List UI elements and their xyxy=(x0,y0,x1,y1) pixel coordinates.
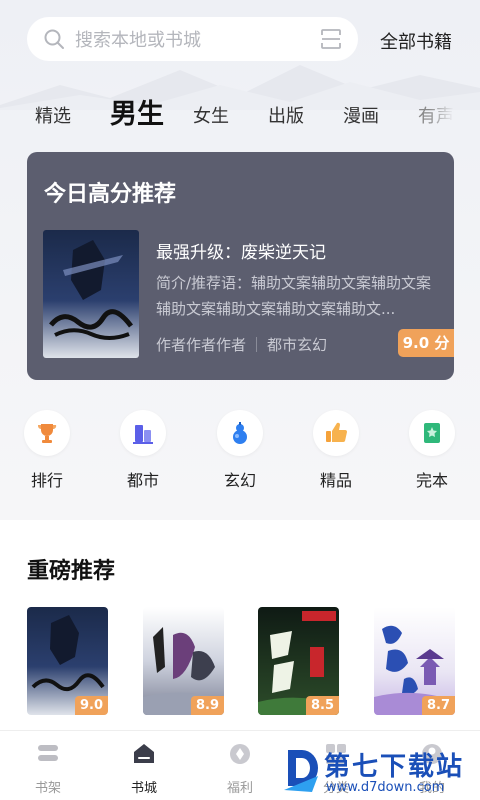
watermark-url: www.d7down.com xyxy=(326,780,445,795)
all-books-link[interactable]: 全部书籍 xyxy=(380,28,452,54)
nav-bookstore[interactable]: 书城 xyxy=(114,741,174,796)
tab-male[interactable]: 男生 xyxy=(110,92,164,131)
category-label: 玄幻 xyxy=(223,471,256,490)
featured-score-badge: 9.0 分 xyxy=(398,329,454,357)
book-score-badge: 9.0 xyxy=(74,696,108,715)
category-fantasy[interactable]: 玄幻 xyxy=(205,410,275,491)
featured-section-title: 今日高分推荐 xyxy=(44,182,177,207)
category-label: 完本 xyxy=(415,471,448,490)
bookstore-icon xyxy=(134,744,154,763)
bookmark-icon xyxy=(409,410,455,456)
book-score-badge: 8.7 xyxy=(421,696,455,715)
recommend-book-4[interactable]: 8.7 xyxy=(374,607,455,715)
recommend-book-3[interactable]: 8.5 xyxy=(258,607,339,715)
scan-icon[interactable] xyxy=(320,28,342,50)
watermark-d-icon xyxy=(284,750,318,792)
category-shortcuts: 排行 都市 玄幻 精品 完本 xyxy=(0,410,480,490)
gourd-icon xyxy=(217,410,263,456)
recommend-book-2[interactable]: 8.9 xyxy=(143,607,224,715)
tab-featured[interactable]: 精选 xyxy=(35,102,71,128)
welfare-icon xyxy=(230,744,250,764)
nav-label: 福利 xyxy=(226,781,253,796)
recommend-book-1[interactable]: 9.0 xyxy=(27,607,108,715)
search-icon xyxy=(44,29,64,49)
meta-divider xyxy=(256,337,258,352)
search-placeholder: 搜索本地或书城 xyxy=(75,30,201,51)
featured-book-name: 最强升级：废柴逆天记 xyxy=(156,243,326,263)
watermark-logo: 第七下载站 www.d7down.com xyxy=(282,744,480,800)
book-score-badge: 8.9 xyxy=(190,696,224,715)
bookshelf-icon xyxy=(38,745,58,761)
category-premium[interactable]: 精品 xyxy=(301,410,371,491)
tab-comics[interactable]: 漫画 xyxy=(343,102,379,128)
nav-label: 书架 xyxy=(34,781,61,796)
nav-label: 书城 xyxy=(130,781,157,796)
trophy-icon xyxy=(24,410,70,456)
featured-book-meta: 作者作者作者 都市玄幻 xyxy=(156,334,327,355)
book-author: 作者作者作者 xyxy=(156,336,247,354)
category-completed[interactable]: 完本 xyxy=(397,410,467,491)
category-tabs: 精选 男生 女生 出版 漫画 有声 xyxy=(0,90,480,140)
tab-publish[interactable]: 出版 xyxy=(268,102,304,128)
category-city[interactable]: 都市 xyxy=(108,410,178,491)
featured-book-description: 简介/推荐语：辅助文案辅助文案辅助文案辅助文案辅助文案辅助文案辅助文... xyxy=(156,274,432,318)
nav-welfare[interactable]: 福利 xyxy=(210,741,270,796)
category-label: 精品 xyxy=(319,471,352,490)
featured-book-cover[interactable] xyxy=(43,230,139,358)
recommend-title: 重磅推荐 xyxy=(27,559,116,584)
book-score-badge: 8.5 xyxy=(305,696,339,715)
tab-audio[interactable]: 有声 xyxy=(418,102,454,128)
category-label: 排行 xyxy=(30,471,63,490)
category-ranking[interactable]: 排行 xyxy=(12,410,82,491)
thumbs-up-icon xyxy=(313,410,359,456)
featured-card[interactable]: 今日高分推荐 最强升级：废柴逆天记 简介/推荐语：辅助文案辅助文案辅助文案辅助文… xyxy=(27,152,454,380)
watermark-title: 第七下载站 xyxy=(324,752,465,782)
nav-bookshelf[interactable]: 书架 xyxy=(18,741,78,796)
category-label: 都市 xyxy=(126,471,159,490)
search-input[interactable]: 搜索本地或书城 xyxy=(27,17,358,61)
book-genre: 都市玄幻 xyxy=(267,336,328,354)
city-icon xyxy=(120,410,166,456)
tab-female[interactable]: 女生 xyxy=(193,102,229,128)
